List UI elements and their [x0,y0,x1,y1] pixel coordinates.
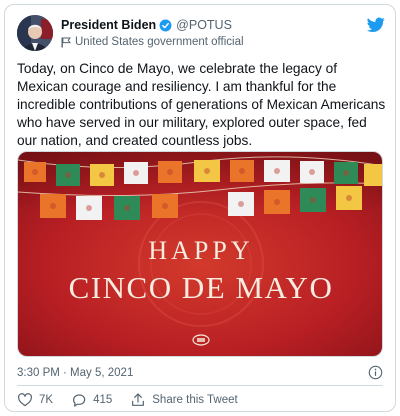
flag-icon [61,37,71,48]
account-label: United States government official [75,36,244,48]
reply-icon [73,394,86,407]
reply-count: 415 [93,394,113,406]
like-count: 7K [39,394,54,406]
author-block: President Biden @POTUS United States gov… [61,17,341,50]
tweet-actions: 7K 415 Share this Tweet [17,389,256,411]
share-icon [132,393,145,406]
cinco-de-mayo-banner: HAPPY CINCO DE MAYO [18,152,382,356]
author-handle[interactable]: @POTUS [176,17,232,33]
banner-line-happy: HAPPY [148,236,253,265]
account-label-row: United States government official [61,35,341,50]
info-icon[interactable] [368,365,383,380]
heart-icon [18,393,32,407]
like-button[interactable]: 7K [17,392,53,408]
tweet-header: President Biden @POTUS United States gov… [17,15,385,55]
author-display-name[interactable]: President Biden [61,17,156,33]
share-button[interactable]: Share this Tweet [130,392,238,408]
tweet-timestamp-row: 3:30 PM · May 5, 2021 [17,363,383,383]
author-name-row: President Biden @POTUS [61,17,341,33]
banner-line-cinco: CINCO DE MAYO [69,270,334,305]
share-label: Share this Tweet [152,394,238,406]
tweet-timestamp[interactable]: 3:30 PM · May 5, 2021 [17,367,133,379]
tweet-image[interactable]: HAPPY CINCO DE MAYO [17,151,383,357]
twitter-bird-icon[interactable] [367,17,385,33]
divider [17,385,383,386]
reply-button[interactable]: 415 [71,392,112,408]
tweet-card: President Biden @POTUS United States gov… [4,4,396,412]
verified-badge-icon [159,19,172,31]
author-avatar[interactable] [17,15,53,51]
tweet-text: Today, on Cinco de Mayo, we celebrate th… [17,61,386,148]
